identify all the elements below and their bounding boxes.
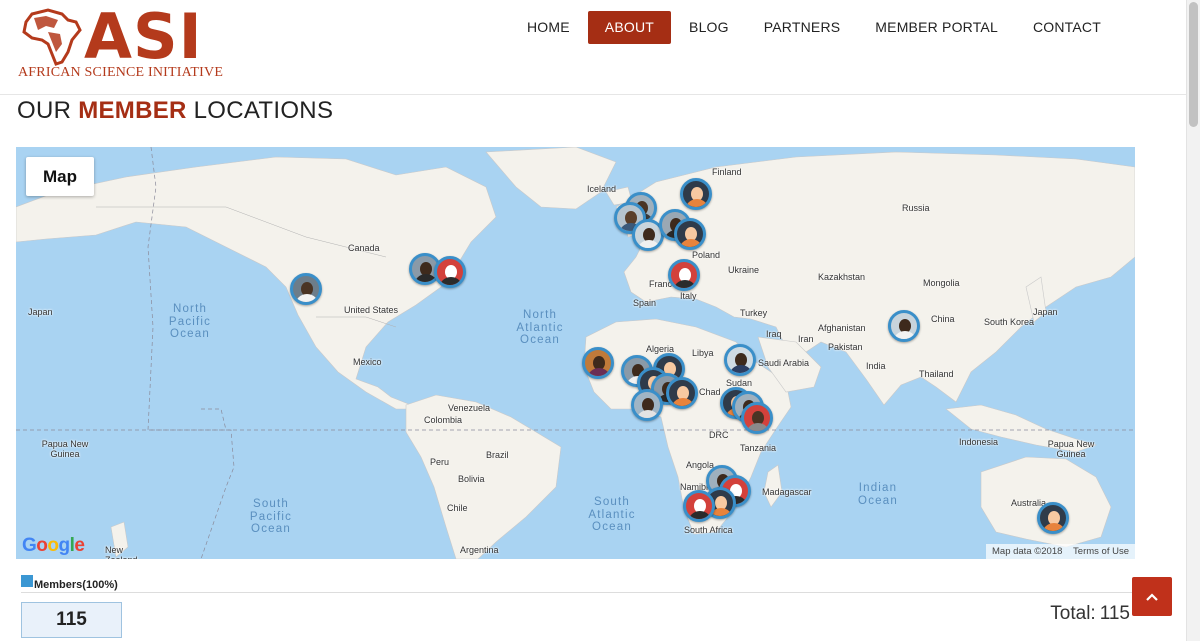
member-locations-map[interactable]: Map Iceland Finland Russia Canada Poland… [16, 147, 1135, 559]
africa-map-logo-icon [22, 8, 82, 66]
nav-member-portal[interactable]: MEMBER PORTAL [858, 11, 1015, 44]
country-label: Libya [692, 348, 714, 358]
map-type-button[interactable]: Map [26, 157, 94, 196]
country-label: Chile [447, 503, 468, 513]
member-marker[interactable] [680, 178, 712, 210]
country-label: Chad [699, 387, 721, 397]
country-label: Venezuela [448, 403, 491, 413]
country-label: Mexico [353, 357, 382, 367]
country-label: Iran [798, 334, 814, 344]
country-label: Italy [680, 291, 697, 301]
member-marker[interactable] [888, 310, 920, 342]
logo-acronym: ASI [84, 0, 203, 73]
nav-contact[interactable]: CONTACT [1016, 11, 1118, 44]
scrollbar-thumb[interactable] [1189, 2, 1198, 127]
country-label: New Zealand [105, 545, 138, 559]
main-nav: HOME ABOUT BLOG PARTNERS MEMBER PORTAL C… [509, 11, 1118, 44]
total-value: 115 [1099, 603, 1130, 624]
terms-of-use-link[interactable]: Terms of Use [1073, 546, 1129, 557]
member-marker[interactable] [631, 389, 663, 421]
legend-divider [21, 592, 1135, 593]
country-label: Tanzania [740, 443, 777, 453]
country-label: Thailand [919, 369, 954, 379]
country-label: South Africa [684, 525, 733, 535]
ocean-label: Indian Ocean [858, 482, 898, 507]
asi-logo[interactable]: ASI African Science Initiative [18, 2, 223, 84]
back-to-top-button[interactable] [1132, 577, 1172, 616]
member-marker[interactable] [674, 218, 706, 250]
country-label: Kazakhstan [818, 272, 866, 282]
ocean-label: North Pacific Ocean [168, 303, 212, 340]
country-label: Papua New Guinea [1047, 439, 1095, 459]
country-label: Argentina [460, 545, 499, 555]
member-marker[interactable] [683, 490, 715, 522]
country-label: Ukraine [728, 265, 760, 275]
logo-fullname: African Science Initiative [18, 65, 224, 80]
country-label: Iceland [587, 184, 617, 194]
country-label: Papua New Guinea [41, 439, 89, 459]
country-label: Saudi Arabia [758, 358, 810, 368]
google-logo[interactable]: Google [22, 535, 85, 557]
country-label: South Korea [984, 317, 1035, 327]
country-label: Mongolia [923, 278, 960, 288]
country-label: Spain [633, 298, 657, 308]
country-label: Angola [686, 460, 715, 470]
nav-about[interactable]: ABOUT [587, 11, 672, 44]
country-label: Japan [28, 307, 53, 317]
ocean-label: North Atlantic Ocean [516, 309, 564, 346]
country-label: Peru [430, 457, 450, 467]
member-marker[interactable] [582, 347, 614, 379]
ocean-label: South Pacific Ocean [249, 498, 293, 535]
country-label: Turkey [740, 308, 768, 318]
country-label: China [931, 314, 955, 324]
country-label: Japan [1033, 307, 1058, 317]
map-attribution: Map data ©2018 Terms of Use [986, 544, 1135, 559]
member-marker[interactable] [434, 256, 466, 288]
country-label: United States [344, 305, 399, 315]
total-label: Total: [1050, 603, 1096, 624]
country-label: Afghanistan [818, 323, 866, 333]
title-accent: MEMBER [78, 97, 187, 124]
member-marker[interactable] [1037, 502, 1069, 534]
member-marker[interactable] [724, 344, 756, 376]
member-marker[interactable] [290, 273, 322, 305]
country-label: Finland [712, 167, 742, 177]
page-title: OUR MEMBER LOCATIONS [17, 97, 333, 125]
map-legend: Members(100%) [21, 574, 118, 591]
country-label: Pakistan [828, 342, 863, 352]
country-label: Bolivia [458, 474, 485, 484]
title-suffix: LOCATIONS [193, 97, 334, 124]
site-header: ASI African Science Initiative HOME ABOU… [0, 0, 1200, 95]
country-label: Brazil [486, 450, 509, 460]
world-map-land [16, 147, 1135, 559]
country-label: Poland [692, 250, 721, 260]
country-label: India [866, 361, 886, 371]
total-count: Total: 115 [1050, 603, 1130, 625]
legend-label: Members(100%) [34, 579, 118, 591]
member-marker[interactable] [666, 377, 698, 409]
ocean-label: South Atlantic Ocean [588, 496, 636, 533]
title-prefix: OUR [17, 97, 72, 124]
map-data-credit: Map data ©2018 [992, 546, 1063, 557]
nav-blog[interactable]: BLOG [672, 11, 746, 44]
country-label: Russia [902, 203, 930, 213]
nav-partners[interactable]: PARTNERS [747, 11, 858, 44]
legend-swatch [21, 575, 33, 587]
country-label: Colombia [424, 415, 463, 425]
country-label: Indonesia [959, 437, 999, 447]
country-label: Canada [348, 243, 380, 253]
chevron-up-icon [1146, 592, 1158, 601]
nav-home[interactable]: HOME [510, 11, 587, 44]
member-count-box: 115 [21, 602, 122, 638]
member-marker[interactable] [668, 259, 700, 291]
page-scrollbar[interactable] [1186, 0, 1200, 641]
member-marker[interactable] [741, 402, 773, 434]
country-label: Madagascar [762, 487, 812, 497]
country-label: Iraq [766, 329, 782, 339]
country-label: DRC [709, 430, 729, 440]
